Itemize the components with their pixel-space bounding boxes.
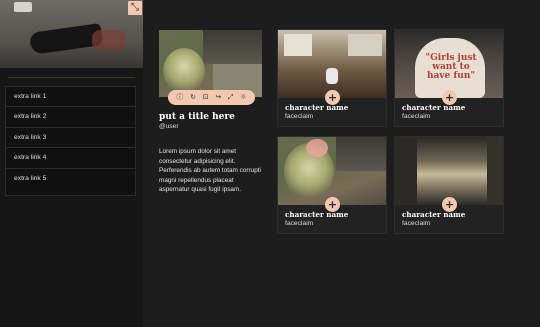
username: @user (159, 123, 179, 130)
faceclaim-label: faceclaim (285, 113, 314, 120)
character-name: character name (285, 103, 349, 112)
expand-icon[interactable]: ⤢ (228, 90, 234, 105)
sidebar-header-image (0, 0, 143, 68)
sidebar-link-2[interactable]: extra link 2 (6, 107, 135, 128)
sidebar-link-1[interactable]: extra link 1 (6, 87, 135, 108)
character-card[interactable]: + character name faceclaim (394, 136, 504, 234)
character-image (395, 137, 503, 205)
character-image (278, 137, 386, 205)
character-image (278, 30, 386, 98)
info-icon[interactable]: ⓘ (176, 90, 183, 105)
collapse-arrows-icon[interactable]: ⤡ (128, 1, 142, 15)
sidebar: ⤡ extra link 1 extra link 2 extra link 3… (0, 0, 143, 327)
faceclaim-label: faceclaim (402, 220, 431, 227)
profile-icon-bar: ⓘ ↻ ⊡ ↪ ⤢ ☼ (168, 90, 255, 105)
character-image: "Girls just want to have fun" (395, 30, 503, 98)
sidebar-link-3[interactable]: extra link 3 (6, 128, 135, 149)
sidebar-links: extra link 1 extra link 2 extra link 3 e… (5, 86, 136, 196)
character-card[interactable]: + character name faceclaim (277, 136, 387, 234)
sidebar-divider (8, 77, 135, 78)
share-icon[interactable]: ↪ (215, 90, 221, 105)
sidebar-link-4[interactable]: extra link 4 (6, 148, 135, 169)
character-card[interactable]: "Girls just want to have fun" + characte… (394, 29, 504, 127)
sidebar-link-5[interactable]: extra link 5 (6, 169, 135, 189)
page-title: put a title here (159, 112, 235, 122)
character-name: character name (402, 103, 466, 112)
cup-text: "Girls just want to have fun" (425, 53, 477, 81)
faceclaim-label: faceclaim (402, 113, 431, 120)
faceclaim-label: faceclaim (285, 220, 314, 227)
character-name: character name (285, 210, 349, 219)
refresh-icon[interactable]: ↻ (190, 90, 196, 105)
bio-text: Lorem ipsum dolor sit amet consectetur a… (159, 148, 261, 193)
character-card[interactable]: + character name faceclaim (277, 29, 387, 127)
profile-image (159, 30, 262, 97)
character-name: character name (402, 210, 466, 219)
sun-icon[interactable]: ☼ (240, 90, 246, 105)
inbox-icon[interactable]: ⊡ (203, 90, 209, 105)
